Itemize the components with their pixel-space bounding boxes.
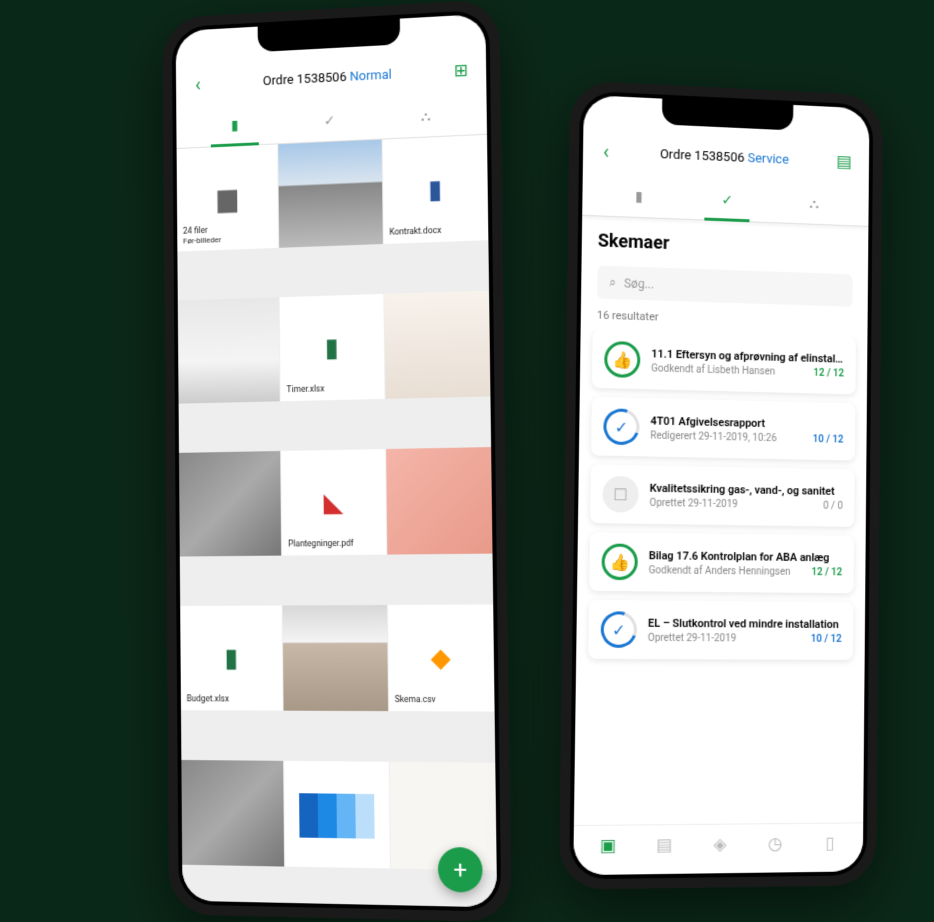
folder-tile[interactable]: ▆ 24 filer Før-billeder [177,144,279,252]
card-count: 12 / 12 [811,567,842,578]
excel-icon: ▮ [224,643,238,673]
order-type: Service [748,151,789,168]
file-tile-word[interactable]: ▮ Kontrakt.docx [382,135,488,245]
order-type: Normal [350,67,392,84]
progress-icon: ✓ [598,403,646,451]
phone-skemaer: ‹ Ordre 1538506 Service ▤ ▮ ✓ ⛬ Skemaer … [559,80,883,890]
folder-icon: ▮ [635,189,643,205]
image-tile[interactable] [181,760,284,867]
folder-label: 24 filer Før-billeder [183,225,221,246]
skema-card[interactable]: ✓ 4T01 Afgivelsesrapport Redigerert 29-1… [591,397,855,461]
clipboard-icon[interactable]: ▤ [832,148,855,176]
nav-tag[interactable]: ◈ [692,835,748,856]
card-title: Kvalitetssikring gas-, vand-, og sanitet [650,481,843,497]
image-tile[interactable] [384,291,490,400]
skema-card[interactable]: ✓ EL – Slutkontrol ved mindre installati… [588,600,853,660]
excel-icon: ▮ [325,333,339,363]
image-tile[interactable] [284,761,389,869]
files-grid: ▆ 24 filer Før-billeder ▮ Kontrakt.docx … [177,135,498,908]
file-label: Plantegninger.pdf [288,539,354,550]
back-button[interactable]: ‹ [597,135,615,168]
card-sub: Godkendt af Anders Henningsen [649,565,791,578]
hierarchy-icon[interactable]: ⊞ [450,56,473,85]
word-icon: ▮ [428,174,443,205]
card-count: 12 / 12 [813,367,844,379]
timer-icon: ◷ [768,834,783,854]
page-title: Ordre 1538506 Normal [206,64,450,91]
card-title: Bilag 17.6 Kontrolplan for ABA anlæg [649,549,843,564]
image-tile[interactable] [278,140,382,249]
card-count: 10 / 12 [813,434,844,446]
card-count: 0 / 0 [823,500,843,511]
folder-icon: ▆ [218,183,237,213]
nav-timer[interactable]: ◷ [748,834,803,855]
order-label: Ordre 1538506 [660,147,745,166]
csv-icon: ◆ [431,643,451,673]
image-tile[interactable] [179,451,282,557]
card-title: 4T01 Afgivelsesrapport [650,414,843,431]
skema-card[interactable]: 👍 11.1 Eftersyn og afprøvning af elinsta… [592,330,856,395]
thumbs-up-icon: 👍 [601,543,638,580]
people-icon: ⛬ [421,108,431,124]
back-button[interactable]: ‹ [189,68,206,100]
image-tile[interactable] [283,605,388,711]
thumbs-up-icon: 👍 [604,341,640,378]
check-icon: ✓ [324,113,336,129]
search-input[interactable]: ⌕ Søg... [597,265,853,306]
file-label: Budget.xlsx [187,694,229,704]
skema-card[interactable]: ☐ Kvalitetssikring gas-, vand-, og sanit… [590,464,855,526]
tab-check[interactable]: ✓ [683,179,771,222]
bottom-nav: ▣ ▤ ◈ ◷ ▯ [573,822,863,875]
tab-files[interactable]: ▮ [594,175,683,218]
tab-people[interactable]: ⛬ [377,94,475,138]
search-icon: ⌕ [609,275,616,290]
tag-icon: ◈ [713,835,726,855]
pdf-icon: ◣ [323,487,343,517]
clipboard-icon: ▤ [656,835,672,855]
check-icon: ✓ [721,192,733,208]
phone-files: ‹ Ordre 1538506 Normal ⊞ ▮ ✓ ⛬ ▆ 24 file… [162,0,511,922]
card-sub: Oprettet 29-11-2019 [648,632,737,644]
calendar-icon: ▣ [600,836,616,857]
file-label: Skema.csv [395,695,436,705]
progress-icon: ✓ [595,605,643,653]
add-button[interactable]: + [438,847,483,893]
folder-icon: ▮ [231,118,239,134]
card-sub: Redigerert 29-11-2019, 10:26 [650,430,777,444]
file-tile-excel[interactable]: ▮ Timer.xlsx [280,294,384,402]
battery-icon: ▯ [825,834,834,854]
people-icon: ⛬ [809,196,819,212]
file-tile-pdf[interactable]: ◣ Plantegninger.pdf [281,449,386,556]
nav-calendar[interactable]: ▣ [580,836,637,857]
card-count: 10 / 12 [811,633,842,644]
card-title: EL – Slutkontrol ved mindre installation [648,616,842,630]
nav-battery[interactable]: ▯ [803,833,858,854]
card-sub: Oprettet 29-11-2019 [649,497,737,509]
file-label: Timer.xlsx [287,384,325,395]
skema-list: 👍 11.1 Eftersyn og afprøvning af elinsta… [573,329,867,859]
empty-icon: ☐ [602,476,639,513]
tab-files[interactable]: ▮ [188,104,282,148]
file-tile-excel[interactable]: ▮ Budget.xlsx [180,606,283,711]
search-placeholder: Søg... [624,276,654,291]
file-tile-csv[interactable]: ◆ Skema.csv [388,604,495,711]
order-label: Ordre 1538506 [263,69,347,88]
image-tile[interactable] [386,447,493,555]
card-sub: Godkendt af Lisbeth Hansen [651,363,775,377]
skema-card[interactable]: 👍 Bilag 17.6 Kontrolplan for ABA anlæg G… [589,532,854,593]
page-title: Ordre 1538506 Service [615,145,833,169]
nav-clipboard[interactable]: ▤ [636,835,692,856]
plus-icon: + [453,855,467,884]
tab-people[interactable]: ⛬ [771,183,858,226]
file-label: Kontrakt.docx [389,226,441,238]
tab-check[interactable]: ✓ [282,99,378,143]
card-title: 11.1 Eftersyn og afprøvning af elinstall… [651,347,844,365]
image-tile[interactable] [178,297,280,404]
